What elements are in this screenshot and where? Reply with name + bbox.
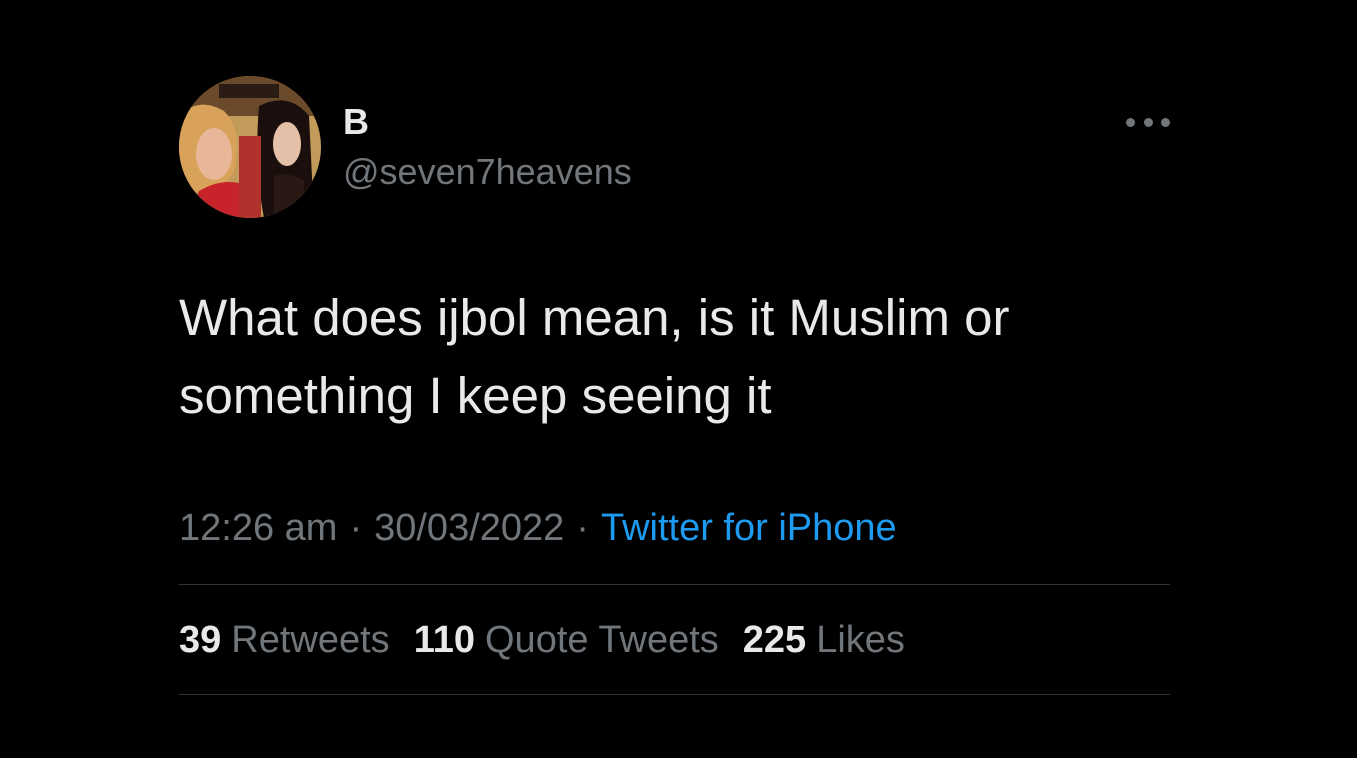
retweets-label: Retweets <box>231 619 390 661</box>
quote-tweets-stat[interactable]: 110 Quote Tweets <box>414 616 719 664</box>
more-horizontal-icon-dot <box>1161 117 1170 127</box>
user-names: B @seven7heavens <box>343 98 632 196</box>
retweets-count: 39 <box>179 619 222 661</box>
tweet-date[interactable]: 30/03/2022 <box>374 507 564 549</box>
divider <box>179 694 1170 695</box>
meta-separator: · <box>349 507 363 549</box>
quote-tweets-count: 110 <box>413 619 475 661</box>
quote-tweets-label: Quote Tweets <box>485 619 719 661</box>
username-handle[interactable]: @seven7heavens <box>343 148 632 196</box>
tweet-text: What does ijbol mean, is it Muslim or so… <box>179 289 1010 424</box>
divider <box>179 584 1170 585</box>
tweet-metadata: 12:26 am · 30/03/2022 · Twitter for iPhone <box>179 504 897 552</box>
tweet-header: B @seven7heavens <box>179 76 1170 218</box>
retweets-stat[interactable]: 39 Retweets <box>179 616 390 664</box>
tweet-stats: 39 Retweets 110 Quote Tweets 225 Likes <box>179 616 929 664</box>
likes-stat[interactable]: 225 Likes <box>743 616 905 664</box>
more-options-button[interactable] <box>1126 112 1170 132</box>
likes-count: 225 <box>742 619 807 661</box>
avatar-image <box>179 76 321 218</box>
tweet-source-link[interactable]: Twitter for iPhone <box>601 507 897 549</box>
likes-label: Likes <box>816 619 905 661</box>
tweet-card: B @seven7heavens What does ijbol mean, i… <box>179 76 1170 695</box>
tweet-time[interactable]: 12:26 am <box>179 507 337 549</box>
meta-separator: · <box>576 507 589 549</box>
avatar[interactable] <box>179 76 321 218</box>
display-name[interactable]: B <box>343 98 632 146</box>
more-horizontal-icon-dot <box>1143 117 1153 127</box>
more-horizontal-icon <box>1126 117 1135 127</box>
